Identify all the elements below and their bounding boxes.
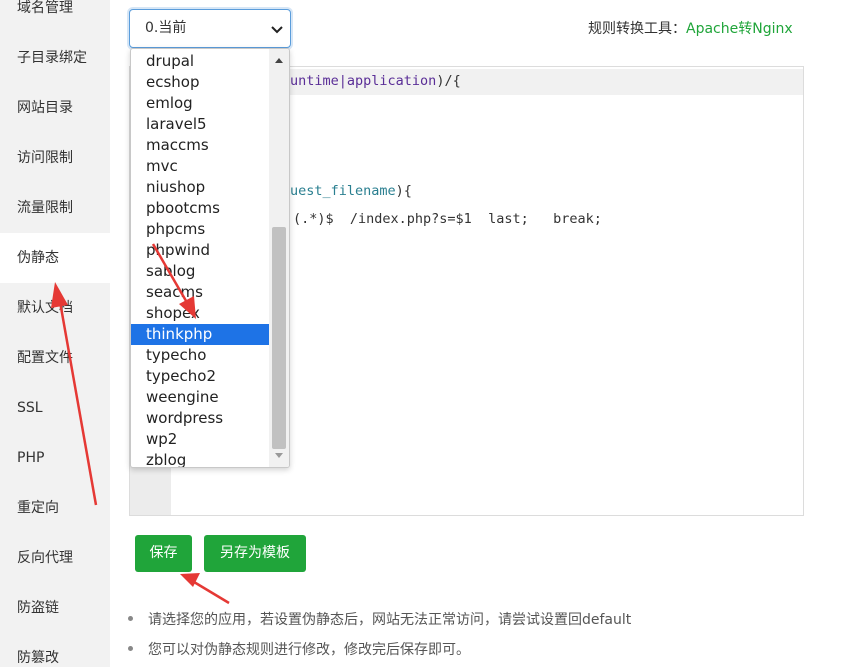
option-wp2[interactable]: wp2 — [131, 429, 270, 450]
option-ecshop[interactable]: ecshop — [131, 72, 270, 93]
option-niushop[interactable]: niushop — [131, 177, 270, 198]
sidebar: 域名管理 子目录绑定 网站目录 访问限制 流量限制 伪静态 默认文档 配置文件 … — [0, 0, 110, 667]
option-weengine[interactable]: weengine — [131, 387, 270, 408]
bullet-dot — [128, 615, 133, 621]
tip-2: 您可以对伪静态规则进行修改，修改完后保存即可。 — [128, 639, 470, 659]
tip-1-text: 请选择您的应用，若设置伪静态后，网站无法正常访问，请尝试设置回default — [148, 612, 632, 628]
save-button[interactable]: 保存 — [135, 535, 192, 572]
option-phpcms[interactable]: phpcms — [131, 219, 270, 240]
rule-convert-tool: 规则转换工具：Apache转Nginx — [588, 18, 793, 38]
rewrite-template-select[interactable]: 0.当前 — [129, 9, 291, 48]
scroll-down-arrow-icon[interactable] — [269, 447, 289, 464]
option-emlog[interactable]: emlog — [131, 93, 270, 114]
option-drupal[interactable]: drupal — [131, 51, 270, 72]
sidebar-item-config-file[interactable]: 配置文件 — [0, 333, 110, 383]
sidebar-item-default-doc[interactable]: 默认文档 — [0, 283, 110, 333]
option-typecho[interactable]: typecho — [131, 345, 270, 366]
option-mvc[interactable]: mvc — [131, 156, 270, 177]
sidebar-item-tamper-proof[interactable]: 防篡改 — [0, 633, 110, 667]
option-typecho2[interactable]: typecho2 — [131, 366, 270, 387]
sidebar-item-reverse-proxy[interactable]: 反向代理 — [0, 533, 110, 583]
option-phpwind[interactable]: phpwind — [131, 240, 270, 261]
dropdown-scrollbar[interactable] — [269, 49, 289, 467]
scroll-up-arrow-icon[interactable] — [269, 52, 289, 69]
code-line-3: (.*)$ /index.php?s=$1 last; break; — [293, 211, 602, 227]
sidebar-item-subdir[interactable]: 子目录绑定 — [0, 33, 110, 83]
tip-2-text: 您可以对伪静态规则进行修改，修改完后保存即可。 — [148, 642, 470, 658]
sidebar-item-traffic-limit[interactable]: 流量限制 — [0, 183, 110, 233]
arrow-to-save-button — [180, 573, 230, 605]
sidebar-item-ssl[interactable]: SSL — [0, 383, 110, 433]
option-sablog[interactable]: sablog — [131, 261, 270, 282]
option-pbootcms[interactable]: pbootcms — [131, 198, 270, 219]
save-as-template-button[interactable]: 另存为模板 — [204, 535, 306, 572]
sidebar-item-access-limit[interactable]: 访问限制 — [0, 133, 110, 183]
tip-1: 请选择您的应用，若设置伪静态后，网站无法正常访问，请尝试设置回default — [128, 609, 631, 629]
code-line-2: uest_filename){ — [290, 183, 412, 199]
option-maccms[interactable]: maccms — [131, 135, 270, 156]
bullet-dot — [128, 645, 133, 651]
scrollbar-thumb[interactable] — [272, 227, 286, 449]
rule-convert-label: 规则转换工具： — [588, 21, 686, 37]
sidebar-item-site-dir[interactable]: 网站目录 — [0, 83, 110, 133]
sidebar-item-rewrite[interactable]: 伪静态 — [0, 233, 110, 283]
option-shopex[interactable]: shopex — [131, 303, 270, 324]
option-laravel5[interactable]: laravel5 — [131, 114, 270, 135]
rewrite-template-dropdown[interactable]: drupal ecshop emlog laravel5 maccms mvc … — [130, 48, 290, 468]
chevron-down-icon — [271, 26, 283, 34]
sidebar-item-php[interactable]: PHP — [0, 433, 110, 483]
option-seacms[interactable]: seacms — [131, 282, 270, 303]
sidebar-item-redirect[interactable]: 重定向 — [0, 483, 110, 533]
code-line-1: untime|application)/{ — [290, 73, 461, 89]
option-thinkphp[interactable]: thinkphp — [131, 324, 270, 345]
apache-to-nginx-link[interactable]: Apache转Nginx — [686, 21, 793, 37]
select-value: 0.当前 — [145, 20, 187, 36]
option-wordpress[interactable]: wordpress — [131, 408, 270, 429]
sidebar-item-hotlink[interactable]: 防盗链 — [0, 583, 110, 633]
sidebar-item-domain[interactable]: 域名管理 — [0, 0, 110, 33]
option-zblog[interactable]: zblog — [131, 450, 270, 467]
